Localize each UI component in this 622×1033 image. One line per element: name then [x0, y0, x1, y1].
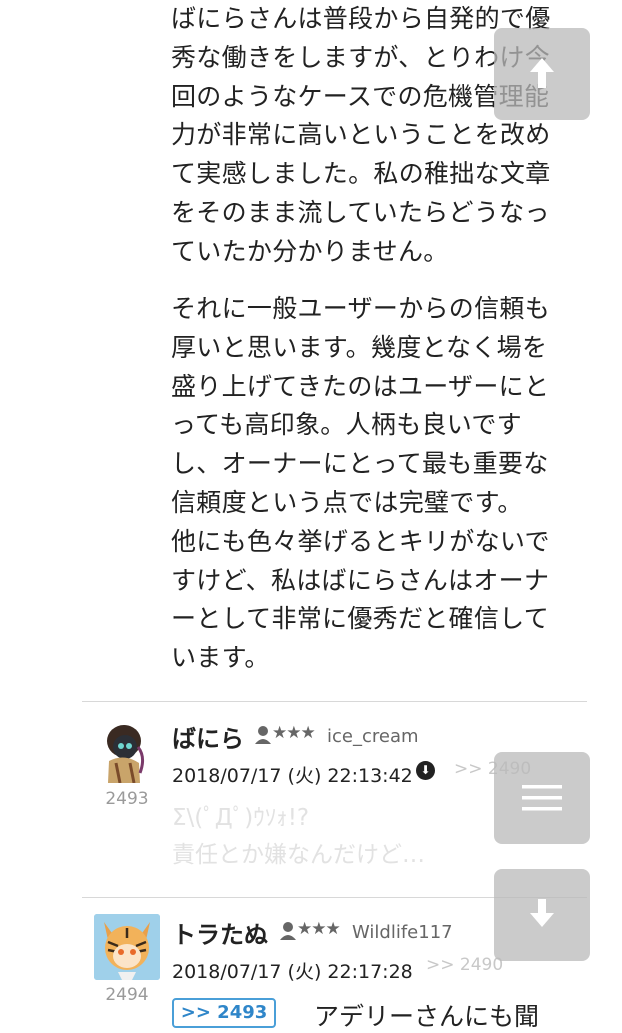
rank-icon: [279, 921, 299, 945]
text-line: し、オーナーにとって最も重要な: [171, 449, 549, 479]
text-line: います。: [171, 643, 270, 673]
text-line: それに一般ユーザーからの信頼も: [171, 294, 551, 323]
user-name[interactable]: ばにら: [172, 719, 244, 754]
text-line: 力が非常に高いということを改め: [171, 120, 551, 150]
user-id: ice_cream: [327, 726, 419, 747]
post-body-line: 責任とか嫌なんだけど…: [172, 842, 425, 868]
user-id: Wildlife117: [352, 922, 453, 943]
arrow-up-icon: [530, 58, 554, 88]
user-name[interactable]: トラたぬ: [172, 915, 268, 950]
text-line: をそのまま流していたらどうなっ: [171, 197, 550, 227]
post-body-paragraph-2: それに一般ユーザーからの信頼も 厚いと思います。幾度となく場を 盛り上げてきたの…: [171, 290, 591, 678]
hamburger-icon: [522, 785, 562, 811]
text-line: 他にも色々挙げるとキリがないで: [171, 526, 550, 556]
rank-stars: ★★★: [297, 919, 341, 939]
download-icon[interactable]: ⬇: [416, 761, 435, 780]
text-line: ーとして非常に優秀だと確信して: [171, 604, 550, 634]
text-line: 信頼度という点では完璧です。: [171, 487, 523, 517]
reply-to-link[interactable]: >> 2490: [426, 955, 503, 975]
post-body-line: Σ\(ﾟДﾟ)ｳｿｫ!?: [172, 805, 310, 831]
text-line: 盛り上げてきたのはユーザーにと: [171, 371, 550, 401]
menu-button[interactable]: [494, 752, 590, 844]
post-number: 2494: [105, 985, 149, 1005]
text-line: ていたか分かりません。: [171, 236, 449, 266]
post-body-line: アデリーさんにも聞: [314, 1002, 540, 1031]
avatar-image: [107, 725, 145, 783]
avatar-image: [94, 914, 160, 980]
scroll-bottom-button[interactable]: [494, 869, 590, 961]
post-date: 2018/07/17 (火) 22:13:42: [172, 765, 413, 787]
user-rank-icon: [280, 922, 296, 940]
text-line: 厚いと思います。幾度となく場を: [171, 332, 548, 362]
post-number: 2493: [105, 789, 149, 809]
text-line: て実感しました。私の稚拙な文章: [171, 159, 551, 189]
scroll-top-button[interactable]: [494, 28, 590, 120]
text-line: っても高印象。人柄も良いです: [171, 410, 522, 440]
avatar[interactable]: [94, 717, 160, 783]
post-date: 2018/07/17 (火) 22:17:28: [172, 961, 413, 983]
arrow-down-icon: [530, 899, 554, 927]
avatar[interactable]: [94, 914, 160, 980]
rank-stars: ★★★: [272, 723, 316, 743]
text-line: すけど、私はばにらさんはオーナ: [171, 565, 550, 595]
